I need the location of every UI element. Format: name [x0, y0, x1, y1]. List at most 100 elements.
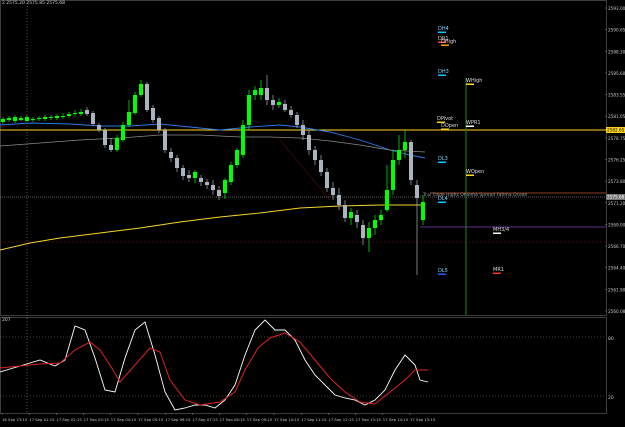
candle-body	[415, 185, 419, 198]
candle	[307, 130, 311, 155]
candle-body	[169, 152, 173, 158]
price-axis-label: 2560.08	[608, 309, 625, 314]
level-marker-mh3_4	[493, 232, 501, 234]
candle	[349, 208, 353, 225]
candle-body	[7, 118, 11, 120]
time-axis-label: 17 Sep 06:15	[165, 417, 191, 422]
candle	[343, 200, 347, 222]
candle	[73, 110, 77, 116]
level-label-whigh: WHigh	[466, 78, 482, 84]
level-marker-whigh	[466, 83, 474, 85]
candle-body	[295, 115, 299, 125]
candle-body	[181, 168, 185, 176]
candle	[379, 210, 383, 225]
candle-body	[85, 110, 89, 114]
candle-body	[241, 125, 245, 155]
level-label-dopen: DOpen	[441, 123, 458, 129]
price-axis-label: 2593.00	[608, 6, 625, 11]
level-label-dhigh: DHigh	[441, 39, 456, 45]
candle-body	[343, 205, 347, 218]
candle	[103, 128, 107, 148]
candle-body	[163, 130, 167, 150]
price-axis-label: 2569.00	[608, 222, 625, 227]
candle-body	[193, 172, 197, 178]
candle-body	[217, 190, 221, 196]
candle	[367, 222, 371, 252]
candle	[409, 140, 413, 185]
candle-body	[97, 125, 101, 130]
candle-body	[109, 145, 113, 150]
candle-body	[67, 114, 71, 116]
level-marker-dl5	[438, 273, 446, 275]
candle-body	[397, 150, 401, 160]
time-axis-label: 16 Sep 23:15	[2, 417, 28, 422]
candle	[115, 135, 119, 152]
candle	[283, 100, 287, 112]
chart-header: 2 2575.20 2575.85 2575.68	[2, 1, 65, 6]
level-label-dpivot: DPivot	[437, 116, 453, 122]
price-axis-label: 2588.30	[608, 49, 625, 54]
candle-body	[265, 88, 269, 100]
candle-body	[283, 104, 287, 110]
level-marker-dh3	[438, 74, 446, 76]
candle-body	[391, 160, 395, 190]
candle-body	[307, 135, 311, 150]
candle	[373, 215, 377, 235]
candle-body	[115, 138, 119, 150]
candle	[289, 106, 293, 118]
level-marker-wpr1	[466, 125, 474, 127]
time-axis-label: 17 Sep 03:15	[84, 417, 110, 422]
trend-label: Trai Trade Highs Ohioma Spread Fatima Oc…	[422, 192, 528, 198]
candle	[205, 179, 209, 189]
time-axis-label: 17 Sep 12:15	[328, 417, 354, 422]
candle-body	[31, 119, 35, 120]
candle-body	[373, 220, 377, 228]
candle	[151, 105, 155, 123]
stoch-pane-border	[0, 317, 607, 414]
price-axis-label: 2585.60	[608, 71, 625, 76]
candle-body	[289, 110, 293, 115]
level-label-mh3_4: MH3/4	[493, 227, 509, 233]
price-axis-label: 2590.65	[608, 28, 625, 33]
candle-body	[301, 125, 305, 135]
candle-body	[349, 212, 353, 218]
candle	[211, 180, 215, 195]
chart-canvas[interactable]: DH4DR1DHighDH3WHighWPR1DPivotDOpenDL3WOp…	[0, 0, 625, 427]
price-tag-current-text: 2575.68	[607, 195, 625, 200]
level-marker-dh4	[438, 31, 446, 33]
candle-body	[79, 112, 83, 114]
candle	[265, 75, 269, 105]
candle	[253, 86, 257, 100]
candle	[187, 170, 191, 182]
level-label-dh4: DH4	[438, 26, 449, 32]
candle	[337, 188, 341, 210]
candle	[235, 148, 239, 168]
candle-body	[277, 102, 281, 105]
candle	[1, 117, 5, 124]
candle-body	[385, 190, 389, 210]
candle-body	[313, 150, 317, 160]
main-pane-border	[0, 0, 607, 316]
candle	[229, 162, 233, 185]
candle	[193, 170, 197, 183]
candle-body	[247, 95, 251, 125]
time-axis-label: 17 Sep 07:15	[192, 417, 218, 422]
candle	[55, 114, 59, 120]
candle	[13, 115, 17, 123]
time-axis-label: 17 Sep 09:15	[247, 417, 273, 422]
blue-ma-line	[0, 122, 426, 159]
candle	[421, 195, 425, 225]
time-axis-label: 17 Sep 08:15	[220, 417, 246, 422]
candle	[175, 155, 179, 172]
candle	[355, 210, 359, 228]
candle	[271, 95, 275, 110]
candle-body	[259, 88, 263, 95]
candle-body	[151, 108, 155, 120]
candle-body	[229, 165, 233, 182]
level-label-mr1: MR1	[493, 267, 504, 273]
time-axis-label: 17 Sep 05:15	[138, 417, 164, 422]
candle-body	[187, 175, 191, 178]
candle-body	[403, 142, 407, 150]
candle-body	[43, 117, 47, 119]
stoch-signal-line	[0, 332, 428, 406]
